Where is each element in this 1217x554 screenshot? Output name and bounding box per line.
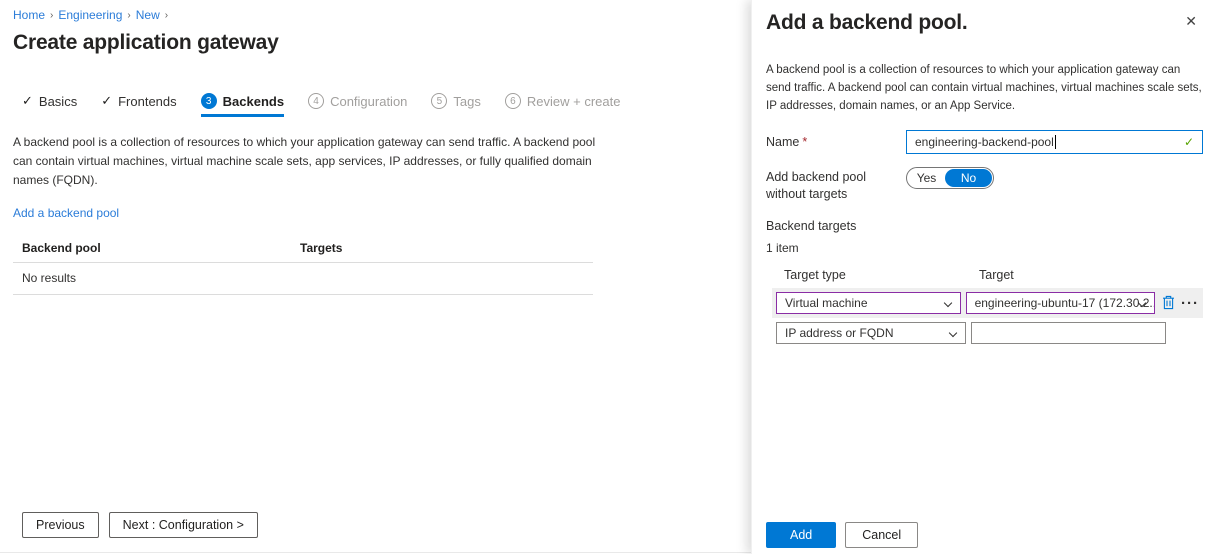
panel-footer: Add Cancel bbox=[766, 522, 918, 548]
tab-label: Review + create bbox=[527, 94, 621, 109]
app-root: Home › Engineering › New › Create applic… bbox=[0, 0, 1217, 554]
step-number-badge: 4 bbox=[308, 93, 324, 109]
target-value: engineering-ubuntu-17 (172.30.2... bbox=[975, 296, 1155, 310]
column-header-target: Target bbox=[979, 268, 1014, 282]
wizard-tabs: ✓ Basics ✓ Frontends 3 Backends 4 Config… bbox=[22, 93, 731, 117]
without-targets-row: Add backend pool without targets Yes No bbox=[766, 165, 1203, 202]
backend-pool-table: Backend pool Targets No results bbox=[13, 235, 593, 295]
name-input[interactable]: engineering-backend-pool ✓ bbox=[906, 130, 1203, 154]
bottom-divider bbox=[0, 552, 751, 553]
column-header-targets: Targets bbox=[300, 241, 342, 255]
text-cursor bbox=[1055, 135, 1056, 149]
item-count: 1 item bbox=[766, 241, 1203, 255]
target-type-value: Virtual machine bbox=[785, 296, 868, 310]
tab-basics[interactable]: ✓ Basics bbox=[22, 93, 77, 117]
backends-description: A backend pool is a collection of resour… bbox=[13, 133, 601, 191]
name-row: Name* engineering-backend-pool ✓ bbox=[766, 130, 1203, 154]
panel-header: Add a backend pool. ✕ bbox=[766, 10, 1203, 35]
panel-title: Add a backend pool. bbox=[766, 11, 968, 35]
target-type-select[interactable]: IP address or FQDN bbox=[776, 322, 966, 344]
chevron-right-icon: › bbox=[127, 9, 130, 21]
target-columns-header: Target type Target bbox=[784, 268, 1203, 282]
chevron-down-icon bbox=[943, 299, 951, 307]
backend-pool-form: Name* engineering-backend-pool ✓ Add bac… bbox=[766, 130, 1203, 348]
close-icon[interactable]: ✕ bbox=[1179, 10, 1203, 32]
tab-review-create[interactable]: 6 Review + create bbox=[505, 93, 621, 117]
tab-label: Frontends bbox=[118, 94, 177, 109]
toggle-option-yes[interactable]: Yes bbox=[908, 171, 945, 185]
target-select[interactable]: engineering-ubuntu-17 (172.30.2... bbox=[966, 292, 1155, 314]
valid-check-icon: ✓ bbox=[1184, 135, 1194, 149]
name-input-value: engineering-backend-pool bbox=[915, 135, 1054, 149]
target-type-value: IP address or FQDN bbox=[785, 326, 893, 340]
table-empty-row: No results bbox=[13, 262, 593, 295]
yes-no-toggle[interactable]: Yes No bbox=[906, 167, 994, 189]
tab-tags[interactable]: 5 Tags bbox=[431, 93, 480, 117]
chevron-right-icon: › bbox=[165, 9, 168, 21]
name-label: Name* bbox=[766, 130, 906, 154]
tab-label: Tags bbox=[453, 94, 480, 109]
table-header-row: Backend pool Targets bbox=[13, 235, 593, 262]
target-row: Virtual machine engineering-ubuntu-17 (1… bbox=[772, 288, 1203, 318]
tab-backends[interactable]: 3 Backends bbox=[201, 93, 284, 117]
toggle-wrap: Yes No bbox=[906, 165, 1203, 202]
breadcrumb-engineering[interactable]: Engineering bbox=[58, 8, 122, 22]
step-number-badge: 6 bbox=[505, 93, 521, 109]
target-rows: Virtual machine engineering-ubuntu-17 (1… bbox=[772, 288, 1203, 348]
tab-label: Configuration bbox=[330, 94, 407, 109]
column-header-target-type: Target type bbox=[784, 268, 979, 282]
add-button[interactable]: Add bbox=[766, 522, 836, 548]
tab-configuration[interactable]: 4 Configuration bbox=[308, 93, 407, 117]
cancel-button[interactable]: Cancel bbox=[845, 522, 918, 548]
breadcrumb-home[interactable]: Home bbox=[13, 8, 45, 22]
next-configuration-button[interactable]: Next : Configuration > bbox=[109, 512, 258, 538]
add-backend-pool-link[interactable]: Add a backend pool bbox=[13, 206, 119, 220]
name-label-text: Name bbox=[766, 135, 799, 149]
delete-row-icon[interactable] bbox=[1162, 295, 1175, 310]
breadcrumb: Home › Engineering › New › bbox=[13, 8, 731, 22]
target-input[interactable] bbox=[971, 322, 1166, 344]
more-options-icon[interactable]: ··· bbox=[1181, 298, 1199, 308]
tab-label: Basics bbox=[39, 94, 77, 109]
step-number-badge: 3 bbox=[201, 93, 217, 109]
required-asterisk: * bbox=[802, 135, 807, 149]
page-title: Create application gateway bbox=[13, 31, 731, 55]
target-type-select[interactable]: Virtual machine bbox=[776, 292, 961, 314]
toggle-option-no[interactable]: No bbox=[945, 169, 992, 187]
previous-button[interactable]: Previous bbox=[22, 512, 99, 538]
tab-frontends[interactable]: ✓ Frontends bbox=[101, 93, 176, 117]
check-icon: ✓ bbox=[101, 93, 112, 109]
name-field-wrap: engineering-backend-pool ✓ bbox=[906, 130, 1203, 154]
wizard-footer: Previous Next : Configuration > bbox=[22, 512, 258, 538]
panel-description: A backend pool is a collection of resour… bbox=[766, 62, 1206, 115]
without-targets-label: Add backend pool without targets bbox=[766, 165, 906, 202]
add-backend-pool-panel: Add a backend pool. ✕ A backend pool is … bbox=[751, 0, 1217, 554]
chevron-down-icon bbox=[949, 329, 957, 337]
backend-targets-label: Backend targets bbox=[766, 219, 1203, 233]
target-row: IP address or FQDN bbox=[772, 318, 1203, 348]
column-header-backend-pool: Backend pool bbox=[22, 241, 300, 255]
check-icon: ✓ bbox=[22, 93, 33, 109]
breadcrumb-new[interactable]: New bbox=[136, 8, 160, 22]
chevron-right-icon: › bbox=[50, 9, 53, 21]
tab-label: Backends bbox=[223, 94, 284, 109]
step-number-badge: 5 bbox=[431, 93, 447, 109]
main-content: Home › Engineering › New › Create applic… bbox=[0, 0, 751, 554]
